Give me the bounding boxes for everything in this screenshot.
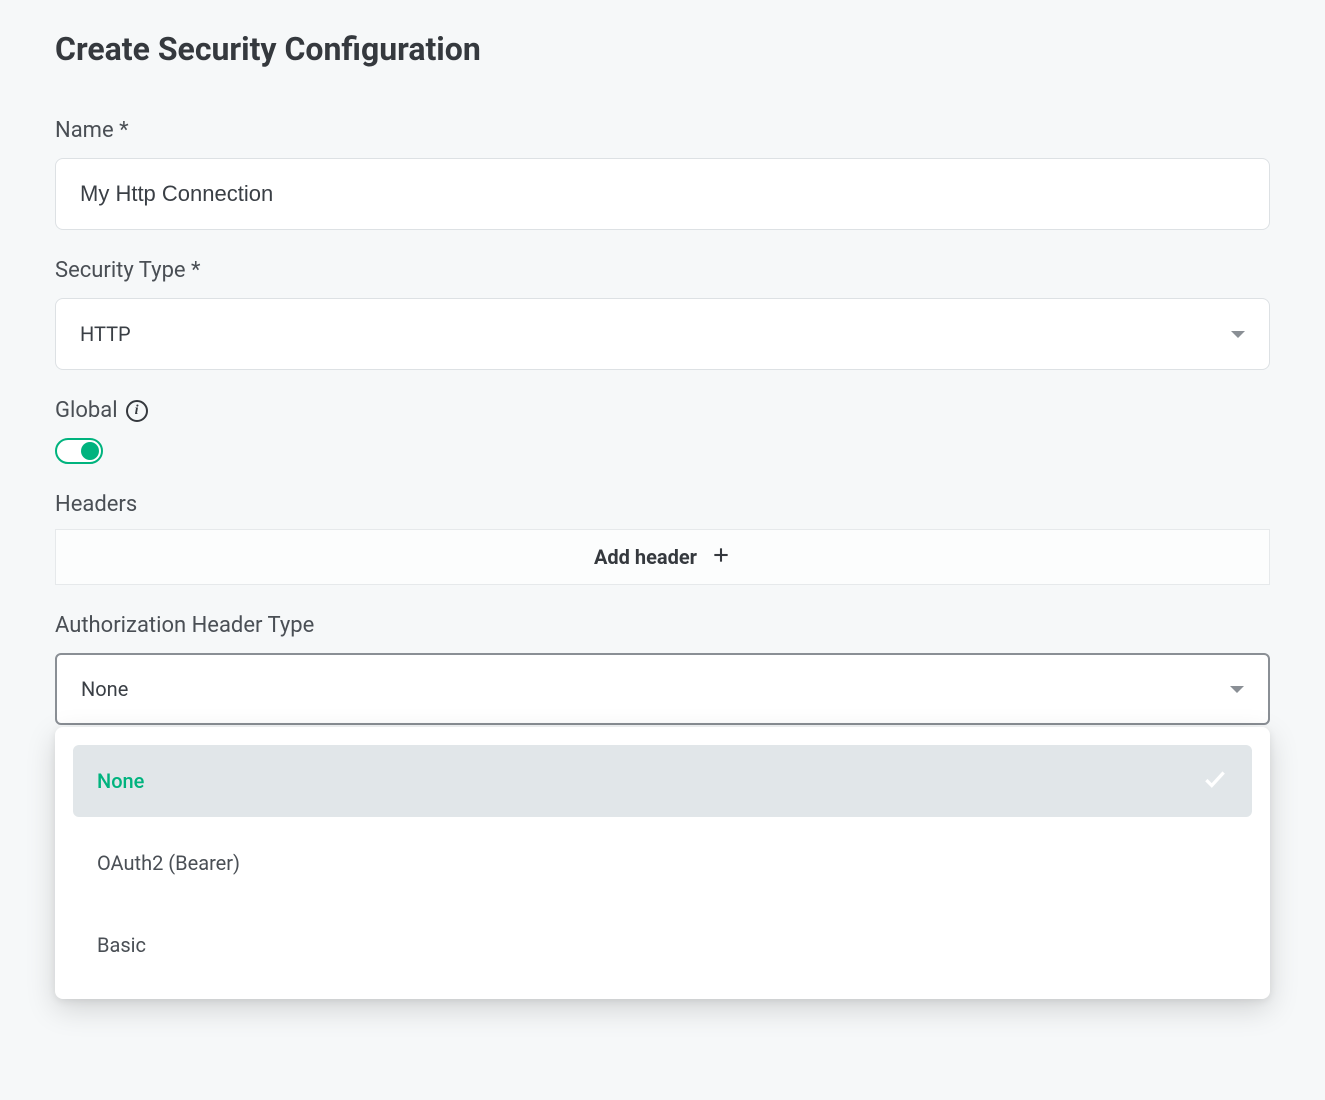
auth-header-type-value: None	[81, 677, 128, 701]
info-icon[interactable]: i	[126, 400, 148, 422]
auth-header-type-field-group: Authorization Header Type None None OAut…	[55, 613, 1270, 999]
global-label: Global	[55, 398, 118, 423]
auth-header-type-dropdown: None OAuth2 (Bearer) Basic	[55, 727, 1270, 999]
dropdown-option-label: Basic	[97, 933, 146, 957]
caret-down-icon	[1230, 686, 1244, 693]
plus-icon	[711, 545, 731, 570]
caret-down-icon	[1231, 331, 1245, 338]
toggle-knob	[81, 442, 99, 460]
add-header-label: Add header	[594, 545, 697, 569]
security-type-value: HTTP	[80, 322, 131, 346]
dropdown-option-label: OAuth2 (Bearer)	[97, 851, 240, 875]
dropdown-option-basic[interactable]: Basic	[73, 909, 1252, 981]
name-field-group: Name *	[55, 118, 1270, 230]
security-type-select[interactable]: HTTP	[55, 298, 1270, 370]
check-icon	[1202, 766, 1228, 797]
auth-header-type-label: Authorization Header Type	[55, 613, 1270, 638]
global-field-group: Global i	[55, 398, 1270, 464]
headers-field-group: Headers Add header	[55, 492, 1270, 585]
dropdown-option-label: None	[97, 769, 144, 793]
name-input[interactable]	[55, 158, 1270, 230]
security-type-label: Security Type *	[55, 258, 1270, 283]
page-title: Create Security Configuration	[55, 30, 1270, 68]
global-label-row: Global i	[55, 398, 1270, 423]
headers-label: Headers	[55, 492, 1270, 517]
name-label: Name *	[55, 118, 1270, 143]
global-toggle[interactable]	[55, 438, 103, 464]
add-header-button[interactable]: Add header	[55, 529, 1270, 585]
dropdown-option-oauth2[interactable]: OAuth2 (Bearer)	[73, 827, 1252, 899]
auth-header-type-select[interactable]: None	[55, 653, 1270, 725]
dropdown-option-none[interactable]: None	[73, 745, 1252, 817]
security-type-field-group: Security Type * HTTP	[55, 258, 1270, 370]
